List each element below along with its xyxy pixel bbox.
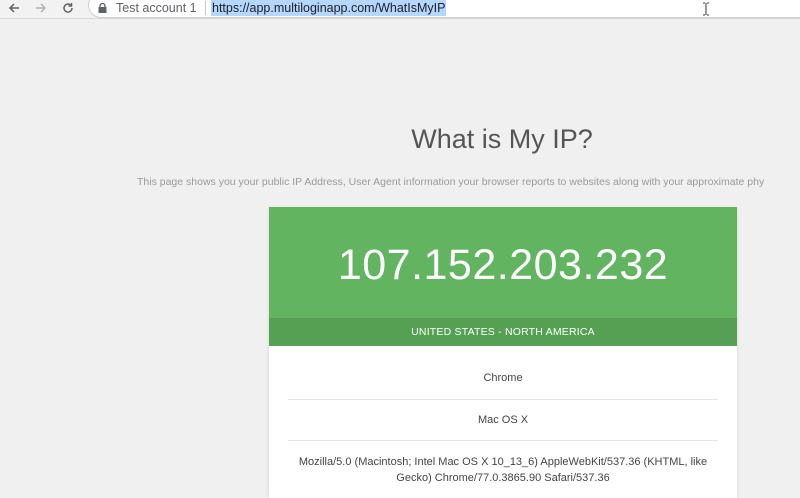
region-bar: UNITED STATES - NORTH AMERICA xyxy=(269,318,737,346)
address-divider xyxy=(205,1,206,15)
back-arrow-icon[interactable] xyxy=(6,0,22,16)
account-label: Test account 1 xyxy=(116,1,197,15)
text-cursor-icon xyxy=(702,2,710,16)
browser-toolbar: Test account 1 https://app.multiloginapp… xyxy=(0,0,800,19)
row-divider xyxy=(288,399,718,400)
operating-system: Mac OS X xyxy=(477,414,529,426)
reload-icon[interactable] xyxy=(60,0,76,16)
row-divider xyxy=(288,440,718,441)
ip-panel: 107.152.203.232 xyxy=(269,207,737,318)
url-text[interactable]: https://app.multiloginapp.com/WhatIsMyIP xyxy=(211,0,447,16)
browser-name: Chrome xyxy=(483,372,523,384)
page-title: What is My IP? xyxy=(411,124,593,154)
page-subtitle: This page shows you your public IP Addre… xyxy=(137,176,765,188)
user-agent-string: Mozilla/5.0 (Macintosh; Intel Mac OS X 1… xyxy=(298,456,708,484)
ip-address: 107.152.203.232 xyxy=(337,241,669,289)
lock-icon xyxy=(98,3,107,13)
forward-arrow-icon[interactable] xyxy=(33,0,49,16)
ip-info-card: 107.152.203.232 UNITED STATES - NORTH AM… xyxy=(269,207,737,498)
region-label: UNITED STATES - NORTH AMERICA xyxy=(411,326,595,338)
